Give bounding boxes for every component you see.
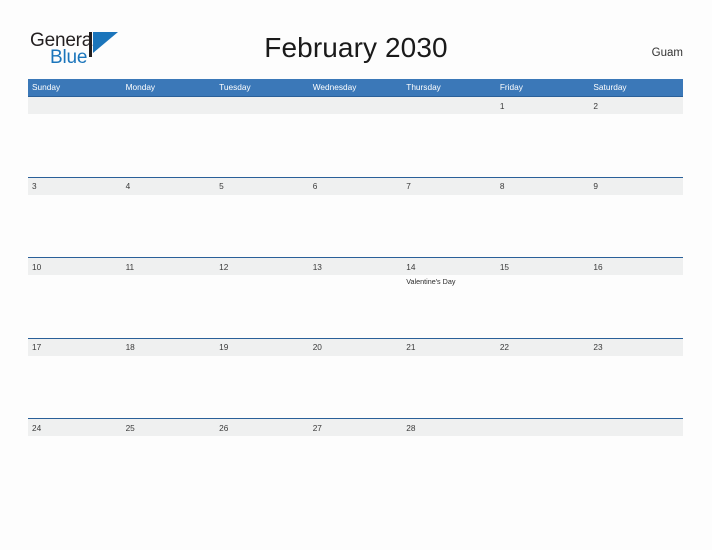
day-number: 18 <box>125 342 135 352</box>
day-number: 5 <box>219 181 224 191</box>
day-cell[interactable]: 10 <box>28 258 122 338</box>
weekday-header-saturday: Saturday <box>593 82 627 92</box>
day-number: 8 <box>499 181 505 191</box>
day-cell[interactable]: 14 Valentine's Day <box>402 258 496 338</box>
day-number: 17 <box>32 342 42 352</box>
day-number: 21 <box>406 342 416 352</box>
day-number: 13 <box>312 261 322 272</box>
weekday-header-tuesday: Tuesday <box>219 82 251 92</box>
weekday-header-friday: Friday <box>499 82 523 92</box>
day-event: Valentine's Day <box>406 276 456 286</box>
day-cell[interactable]: 2 <box>589 97 683 177</box>
day-cell[interactable]: 19 <box>215 339 309 419</box>
day-number: 24 <box>32 422 42 433</box>
day-number: 10 <box>32 261 42 272</box>
day-cell[interactable]: 3 <box>28 178 122 258</box>
day-cell[interactable]: 13 <box>309 258 403 338</box>
day-cell[interactable]: 17 <box>28 339 122 419</box>
page-header: General Blue February 2030 Guam <box>0 0 712 76</box>
day-cell[interactable] <box>589 419 683 499</box>
day-number: 1 <box>499 100 505 111</box>
day-cell[interactable]: 11 <box>122 258 216 338</box>
page-title: February 2030 <box>264 32 448 63</box>
week-row: 1 2 <box>28 96 683 177</box>
day-number: 15 <box>499 261 510 272</box>
day-number: 2 <box>593 100 598 111</box>
day-number: 7 <box>406 181 411 191</box>
location-label: Guam <box>651 47 683 59</box>
day-cell[interactable] <box>215 97 309 177</box>
day-cell[interactable] <box>402 97 496 177</box>
day-cell[interactable]: 25 <box>122 419 216 499</box>
day-number: 6 <box>312 181 318 191</box>
weekday-header-sunday: Sunday <box>32 82 61 92</box>
day-number: 19 <box>219 342 229 352</box>
day-cell[interactable]: 6 <box>309 178 403 258</box>
day-cell[interactable]: 22 <box>496 339 590 419</box>
day-number: 11 <box>125 261 135 272</box>
day-cell[interactable]: 9 <box>589 178 683 258</box>
day-cell[interactable]: 5 <box>215 178 309 258</box>
day-cell[interactable]: 18 <box>122 339 216 419</box>
day-cell[interactable]: 16 <box>589 258 683 338</box>
day-cell[interactable]: 4 <box>122 178 216 258</box>
day-number: 25 <box>125 422 135 433</box>
day-number: 22 <box>499 342 510 352</box>
day-cell[interactable]: 8 <box>496 178 590 258</box>
day-cell[interactable]: 7 <box>402 178 496 258</box>
day-cell[interactable]: 21 <box>402 339 496 419</box>
day-cell[interactable]: 24 <box>28 419 122 499</box>
day-number: 3 <box>32 181 37 191</box>
day-cell[interactable]: 15 <box>496 258 590 338</box>
day-cell[interactable] <box>122 97 216 177</box>
day-cell[interactable]: 28 <box>402 419 496 499</box>
weekday-header-thursday: Thursday <box>406 82 441 92</box>
week-row: 17 18 19 20 21 22 23 <box>28 337 683 419</box>
calendar-page: General Blue February 2030 Guam Sunday M… <box>0 0 712 550</box>
day-cell[interactable]: 27 <box>309 419 403 499</box>
day-number: 4 <box>125 181 131 191</box>
day-number: 28 <box>406 422 416 433</box>
day-cell[interactable]: 20 <box>309 339 403 419</box>
weekday-header-row: Sunday Monday Tuesday Wednesday Thursday… <box>28 79 683 96</box>
day-cell[interactable]: 26 <box>215 419 309 499</box>
week-row: 24 25 26 27 28 <box>28 418 683 499</box>
weekday-header-monday: Monday <box>125 82 156 92</box>
day-number: 12 <box>219 261 229 272</box>
day-cell[interactable]: 12 <box>215 258 309 338</box>
day-number: 26 <box>219 422 229 433</box>
day-cell[interactable]: 1 <box>496 97 590 177</box>
day-cell[interactable]: 23 <box>589 339 683 419</box>
day-cell[interactable] <box>309 97 403 177</box>
day-cell[interactable] <box>496 419 590 499</box>
day-number: 27 <box>312 422 322 433</box>
week-row: 3 4 5 6 7 8 9 <box>28 176 683 258</box>
calendar-grid: Sunday Monday Tuesday Wednesday Thursday… <box>28 79 683 499</box>
day-number: 16 <box>593 261 603 272</box>
week-row: 10 11 12 13 14 Valentine's Day 15 16 <box>28 257 683 338</box>
day-number: 9 <box>593 181 598 191</box>
day-cell[interactable] <box>28 97 122 177</box>
day-number: 23 <box>593 342 603 352</box>
day-number: 20 <box>312 342 322 352</box>
weekday-header-wednesday: Wednesday <box>312 82 357 92</box>
day-number: 14 <box>406 261 416 272</box>
